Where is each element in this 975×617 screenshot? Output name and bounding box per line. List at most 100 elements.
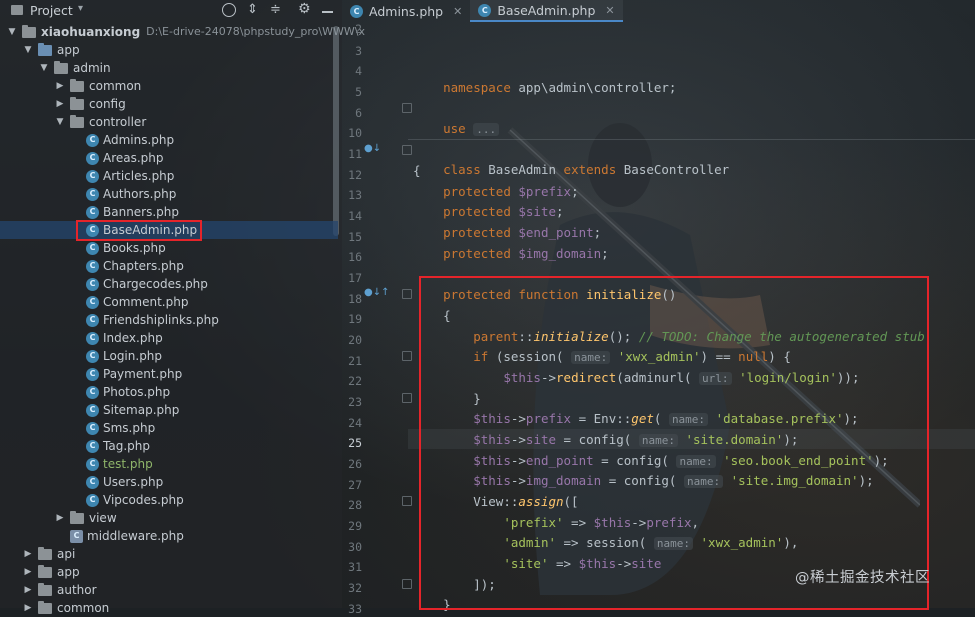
tab-label: BaseAdmin.php bbox=[497, 2, 596, 18]
php-file-icon: C bbox=[86, 403, 99, 417]
tab-admins[interactable]: C Admins.php ✕ bbox=[342, 0, 470, 22]
folder-icon bbox=[38, 42, 52, 56]
tree-file[interactable]: C Areas.php bbox=[70, 149, 164, 167]
tree-folder[interactable]: ▶ common bbox=[54, 77, 141, 95]
chevron-down-icon[interactable]: ▼ bbox=[22, 44, 34, 56]
chevron-right-icon[interactable]: ▶ bbox=[54, 80, 66, 92]
php-file-icon: C bbox=[86, 439, 99, 453]
tree-file[interactable]: C Books.php bbox=[70, 239, 166, 257]
chevron-right-icon[interactable]: ▶ bbox=[22, 602, 34, 614]
minimize-icon[interactable] bbox=[322, 11, 333, 13]
tree-folder[interactable]: ▶ common bbox=[22, 599, 109, 617]
gear-icon[interactable]: ⚙ bbox=[298, 1, 311, 17]
line-number: 14 bbox=[348, 209, 362, 223]
tree-file[interactable]: C Tag.php bbox=[70, 437, 150, 455]
tree-file[interactable]: C Chargecodes.php bbox=[70, 275, 208, 293]
php-file-icon: C bbox=[478, 3, 492, 17]
collapse-all-icon[interactable]: ≑ bbox=[270, 2, 281, 17]
php-file-icon: C bbox=[86, 295, 99, 309]
watermark: @稀土掘金技术社区 bbox=[795, 570, 930, 586]
fold-marker[interactable] bbox=[402, 145, 412, 155]
tree-file[interactable]: C Comment.php bbox=[70, 293, 188, 311]
tree-item-label: common bbox=[57, 601, 110, 615]
folder-icon bbox=[38, 600, 52, 614]
php-config-icon: C bbox=[70, 529, 83, 543]
line-number: 12 bbox=[348, 168, 362, 182]
line-number: 33 bbox=[348, 602, 362, 616]
tree-file[interactable]: C Sitemap.php bbox=[70, 401, 179, 419]
tree-file[interactable]: C Users.php bbox=[70, 473, 163, 491]
tree-file[interactable]: Cmiddleware.php bbox=[54, 527, 184, 545]
fold-marker[interactable] bbox=[402, 579, 412, 589]
tree-item-label: controller bbox=[89, 115, 147, 129]
close-icon[interactable]: ✕ bbox=[453, 5, 462, 18]
tree-file[interactable]: C Authors.php bbox=[70, 185, 176, 203]
tree-folder[interactable]: ▶ view bbox=[54, 509, 117, 527]
tree-root[interactable]: ▼ xiaohuanxiong D:\E-drive-24078\phpstud… bbox=[6, 23, 365, 41]
tree-file[interactable]: C Admins.php bbox=[70, 131, 174, 149]
dropdown-chevron-icon[interactable]: ▾ bbox=[78, 3, 83, 14]
tree-folder[interactable]: ▼ app bbox=[22, 41, 80, 59]
locate-icon[interactable] bbox=[222, 3, 236, 17]
tree-item-label: app bbox=[57, 43, 80, 57]
fold-marker[interactable] bbox=[402, 103, 412, 113]
tree-file[interactable]: C Vipcodes.php bbox=[70, 491, 184, 509]
chevron-right-icon[interactable]: ▶ bbox=[22, 566, 34, 578]
expand-all-icon[interactable]: ⇕ bbox=[247, 2, 258, 17]
project-scrollbar[interactable] bbox=[333, 26, 339, 236]
close-icon[interactable]: ✕ bbox=[605, 4, 614, 17]
code-line-13: protected $prefix; bbox=[443, 184, 579, 199]
tree-folder[interactable]: ▼ controller bbox=[54, 113, 146, 131]
tree-file[interactable]: C Chapters.php bbox=[70, 257, 184, 275]
folder-icon bbox=[70, 510, 84, 524]
fold-marker[interactable] bbox=[402, 289, 412, 299]
tree-file[interactable]: C Sms.php bbox=[70, 419, 155, 437]
line-number: 30 bbox=[348, 540, 362, 554]
tree-folder[interactable]: ▼ admin bbox=[38, 59, 111, 77]
chevron-right-icon[interactable]: ▶ bbox=[54, 512, 66, 524]
tree-folder[interactable]: ▶ config bbox=[54, 95, 126, 113]
chevron-down-icon[interactable]: ▼ bbox=[38, 62, 50, 74]
tree-item-label: Vipcodes.php bbox=[103, 493, 184, 507]
tree-file[interactable]: C Banners.php bbox=[70, 203, 179, 221]
fold-marker[interactable] bbox=[402, 393, 412, 403]
tree-item-label: app bbox=[57, 565, 80, 579]
tree-file[interactable]: C Index.php bbox=[70, 329, 163, 347]
tree-item-label: Articles.php bbox=[103, 169, 175, 183]
project-toolbar: Project ▾ ⇕ ≑ ⚙ bbox=[0, 0, 342, 22]
tree-file[interactable]: C Login.php bbox=[70, 347, 162, 365]
chevron-right-icon[interactable]: ▶ bbox=[22, 548, 34, 560]
tree-item-label: Photos.php bbox=[103, 385, 171, 399]
tree-folder[interactable]: ▶ app bbox=[22, 563, 80, 581]
highlight-box-file bbox=[76, 220, 202, 241]
tree-file[interactable]: C Friendshiplinks.php bbox=[70, 311, 219, 329]
tree-file[interactable]: C Photos.php bbox=[70, 383, 170, 401]
override-marker-icon[interactable]: ●↓↑ bbox=[364, 287, 389, 298]
line-number: 10 bbox=[348, 126, 362, 140]
tree-file[interactable]: Ctest.php bbox=[70, 455, 153, 473]
line-number: 29 bbox=[348, 519, 362, 533]
tree-file[interactable]: C Articles.php bbox=[70, 167, 174, 185]
chevron-right-icon[interactable]: ▶ bbox=[54, 98, 66, 110]
line-number: 2 bbox=[355, 22, 362, 36]
chevron-down-icon[interactable]: ▼ bbox=[54, 116, 66, 128]
implements-marker-icon[interactable]: ●↓ bbox=[364, 143, 381, 154]
tree-item-label: Authors.php bbox=[103, 187, 177, 201]
php-file-icon: C bbox=[86, 259, 99, 273]
highlight-box-code bbox=[419, 276, 929, 610]
folder-icon bbox=[70, 78, 84, 92]
line-number: 28 bbox=[348, 498, 362, 512]
fold-marker[interactable] bbox=[402, 351, 412, 361]
fold-marker[interactable] bbox=[402, 496, 412, 506]
chevron-right-icon[interactable]: ▶ bbox=[22, 584, 34, 596]
root-name: xiaohuanxiong bbox=[41, 25, 141, 39]
line-number: 15 bbox=[348, 230, 362, 244]
folder-icon bbox=[70, 96, 84, 110]
tree-file[interactable]: C Payment.php bbox=[70, 365, 182, 383]
tab-baseadmin[interactable]: C BaseAdmin.php ✕ bbox=[470, 0, 623, 22]
tree-folder[interactable]: ▶ author bbox=[22, 581, 97, 599]
tree-item-label: test.php bbox=[103, 457, 153, 471]
chevron-down-icon[interactable]: ▼ bbox=[6, 26, 18, 38]
tree-folder[interactable]: ▶ api bbox=[22, 545, 75, 563]
project-title[interactable]: Project bbox=[30, 3, 73, 18]
